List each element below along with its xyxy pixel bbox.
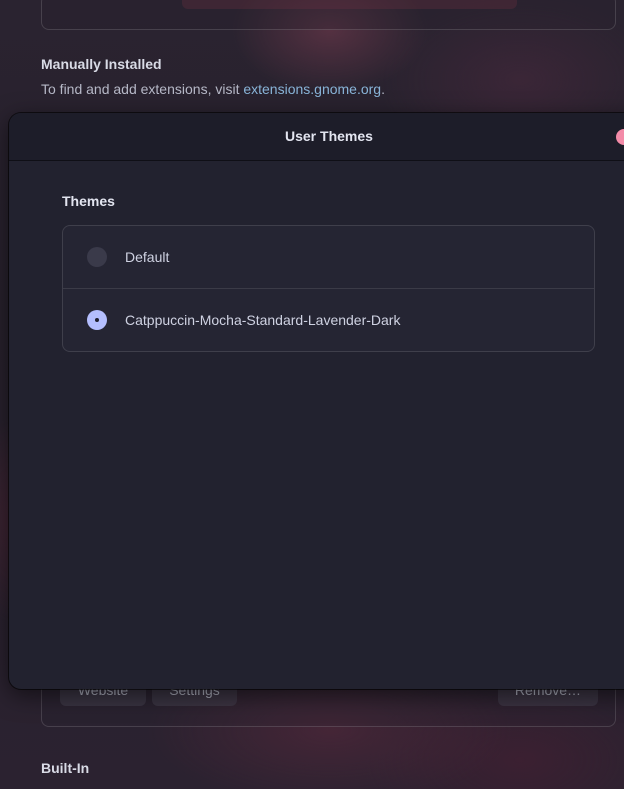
extension-card-top-button[interactable]: [182, 0, 517, 9]
description-text: To find and add extensions, visit: [41, 81, 244, 97]
themes-group-title: Themes: [62, 193, 115, 209]
theme-row-catppuccin[interactable]: Catppuccin-Mocha-Standard-Lavender-Dark: [63, 289, 594, 351]
theme-row-default[interactable]: Default: [63, 226, 594, 289]
themes-list: Default Catppuccin-Mocha-Standard-Lavend…: [62, 225, 595, 352]
built-in-title: Built-In: [41, 760, 90, 776]
dialog-header: User Themes: [9, 113, 624, 161]
theme-label-default: Default: [125, 249, 170, 265]
theme-label-catppuccin: Catppuccin-Mocha-Standard-Lavender-Dark: [125, 312, 401, 328]
description-suffix: .: [381, 81, 385, 97]
radio-catppuccin[interactable]: [87, 310, 107, 330]
radio-default[interactable]: [87, 247, 107, 267]
manually-installed-title: Manually Installed: [41, 56, 162, 72]
extensions-gnome-org-link[interactable]: extensions.gnome.org: [243, 81, 381, 97]
dialog-title: User Themes: [285, 128, 373, 144]
manually-installed-description: To find and add extensions, visit extens…: [41, 81, 385, 97]
user-themes-dialog: User Themes Themes Default Catppuccin-Mo…: [9, 113, 624, 689]
extension-card-top: [41, 0, 616, 30]
